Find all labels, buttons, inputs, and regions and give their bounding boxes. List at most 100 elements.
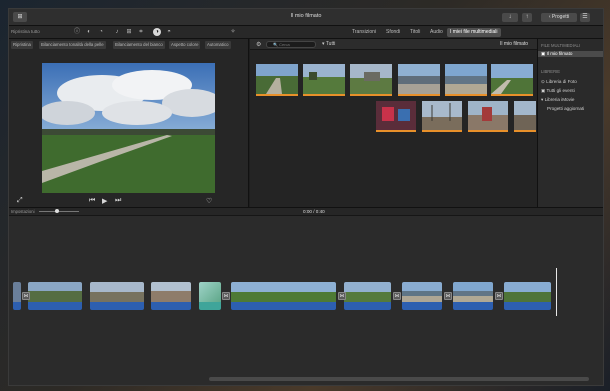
media-thumbnail[interactable] xyxy=(491,64,533,96)
transition-icon[interactable]: ⋈ xyxy=(222,292,230,300)
zoom-slider[interactable] xyxy=(39,211,79,212)
magic-wand-icon[interactable]: ✧ xyxy=(229,28,237,36)
transition-icon[interactable]: ⋈ xyxy=(444,292,452,300)
total-duration: 0:40 xyxy=(315,209,325,214)
timeline-clip[interactable] xyxy=(13,282,21,310)
filter-dropdown[interactable]: ▾ Tutti xyxy=(322,41,335,47)
tab-audio[interactable]: Audio xyxy=(427,28,446,37)
timeline-settings-label[interactable]: Impostazioni xyxy=(11,209,35,214)
tab-titoli[interactable]: Titoli xyxy=(407,28,423,37)
clip-frame xyxy=(199,282,221,302)
sidebar-item-my-movie[interactable]: ▣ Il mio filmato xyxy=(538,51,603,57)
imovie-library-label: Libreria iMovie xyxy=(544,97,575,102)
clip-frame xyxy=(231,282,336,302)
clip-audio xyxy=(13,302,21,310)
all-events-label: Tutti gli eventi xyxy=(546,88,575,93)
match-color-button[interactable]: Aspetto colore xyxy=(169,41,201,49)
sidebar-item-updated-projects[interactable]: Progetti aggiornati xyxy=(547,106,584,111)
skin-tone-button[interactable]: Bilanciamento tonalità della pelle xyxy=(39,41,106,49)
volume-icon[interactable]: ♪ xyxy=(113,28,121,36)
timeline-clip[interactable] xyxy=(453,282,493,310)
tab-sfondi[interactable]: Sfondi xyxy=(383,28,403,37)
menu-icon[interactable]: ☰ xyxy=(580,13,590,22)
browser-title: Il mio filmato xyxy=(500,41,529,47)
sidebar-item-photo-library[interactable]: ⊙ Libreria di Foto xyxy=(541,79,577,85)
thumbnail-image xyxy=(468,101,508,130)
media-thumbnail[interactable] xyxy=(256,64,298,96)
crop-icon[interactable]: ⌗ xyxy=(137,28,145,36)
transition-icon[interactable]: ⋈ xyxy=(22,292,30,300)
timeline-clip[interactable] xyxy=(28,282,82,310)
viewer-pane: Ripristina Bilanciamento tonalità della … xyxy=(9,39,249,207)
play-icon[interactable]: ▶ xyxy=(102,197,107,205)
media-thumbnail[interactable] xyxy=(514,101,536,132)
transition-icon[interactable]: ⋈ xyxy=(495,292,503,300)
clip-frame xyxy=(151,282,191,302)
fullscreen-icon[interactable]: ⤢ xyxy=(17,197,23,205)
clip-frame xyxy=(13,282,21,302)
speed-icon[interactable]: ◔ xyxy=(97,28,105,36)
share-icon[interactable]: ↑ xyxy=(522,13,532,22)
media-thumbnail[interactable] xyxy=(398,64,440,96)
thumbnail-image xyxy=(376,101,416,130)
photo-library-label: Libreria di Foto xyxy=(546,79,577,84)
timeline-clip[interactable] xyxy=(151,282,191,310)
timeline-clip[interactable] xyxy=(504,282,551,310)
color-balance-icon[interactable]: ◓ xyxy=(165,28,173,36)
tab-my-media[interactable]: I miei file multimediali xyxy=(447,28,501,37)
restore-all-button[interactable]: Ripristina tutto xyxy=(11,29,40,34)
sidebar-item-all-events[interactable]: ▣ Tutti gli eventi xyxy=(541,88,575,94)
thumbnail-image xyxy=(398,64,440,94)
automatic-button[interactable]: Automatico xyxy=(205,41,231,49)
libraries-header: LIBRERIE xyxy=(541,69,561,74)
clip-audio xyxy=(402,302,442,310)
library-header: FILE MULTIMEDIALI xyxy=(541,43,581,48)
clip-frame xyxy=(344,282,391,302)
timeline-clip-selected[interactable] xyxy=(199,282,221,310)
timeline-header: Impostazioni 0:00 / 0:40 xyxy=(9,208,603,216)
info-icon[interactable]: ⓘ xyxy=(73,28,81,36)
clip-frame xyxy=(504,282,551,302)
playhead[interactable] xyxy=(556,268,557,316)
stabilization-icon[interactable]: ⊞ xyxy=(125,28,133,36)
previous-frame-icon[interactable]: ⏮ xyxy=(89,197,95,205)
media-thumbnail[interactable] xyxy=(350,64,392,96)
tab-transizioni[interactable]: Transizioni xyxy=(349,28,379,37)
media-browser: ⚙ 🔍 Cerca ▾ Tutti Il mio filmato xyxy=(250,39,537,207)
search-field[interactable]: 🔍 Cerca xyxy=(266,41,316,48)
timeline-clip[interactable] xyxy=(344,282,391,310)
favorite-heart-icon[interactable]: ♡ xyxy=(206,197,212,205)
horizontal-scrollbar[interactable] xyxy=(209,377,589,381)
next-frame-icon[interactable]: ⏭ xyxy=(115,197,121,205)
video-preview[interactable] xyxy=(42,63,215,193)
projects-button[interactable]: ‹ Progetti xyxy=(541,13,577,22)
settings-icon[interactable]: ⚙ xyxy=(256,41,261,48)
sidebar-item-imovie-library[interactable]: ▾ Libreria iMovie xyxy=(541,97,574,103)
media-thumbnail[interactable] xyxy=(468,101,508,132)
transition-icon[interactable]: ⋈ xyxy=(338,292,346,300)
timeline-clip[interactable] xyxy=(402,282,442,310)
clip-frame xyxy=(90,282,144,302)
media-thumbnail[interactable] xyxy=(376,101,416,132)
media-thumbnail[interactable] xyxy=(422,101,462,132)
media-thumbnail[interactable] xyxy=(445,64,487,96)
updated-projects-label: Progetti aggiornati xyxy=(547,106,585,111)
media-thumbnail[interactable] xyxy=(303,64,345,96)
white-balance-button[interactable]: Bilanciamento del bianco xyxy=(113,41,165,49)
zoom-slider-knob[interactable] xyxy=(55,209,59,213)
thumbnail-image xyxy=(256,64,298,94)
timeline-clip[interactable] xyxy=(231,282,336,310)
clip-frame xyxy=(453,282,493,302)
thumbnail-image xyxy=(491,64,533,94)
color-correction-icon[interactable]: ◑ xyxy=(153,28,161,36)
thumbnail-image xyxy=(422,101,462,130)
noise-reduction-icon[interactable]: ◐ xyxy=(85,28,93,36)
transition-icon[interactable]: ⋈ xyxy=(393,292,401,300)
thumbnail-image xyxy=(514,101,536,130)
clip-audio xyxy=(28,302,82,310)
timeline-clip[interactable] xyxy=(90,282,144,310)
search-placeholder: Cerca xyxy=(279,42,290,47)
auto-button[interactable]: Ripristina xyxy=(11,41,33,49)
browser-header: ⚙ 🔍 Cerca ▾ Tutti Il mio filmato xyxy=(250,39,537,50)
import-button[interactable]: ↓ xyxy=(502,13,518,22)
